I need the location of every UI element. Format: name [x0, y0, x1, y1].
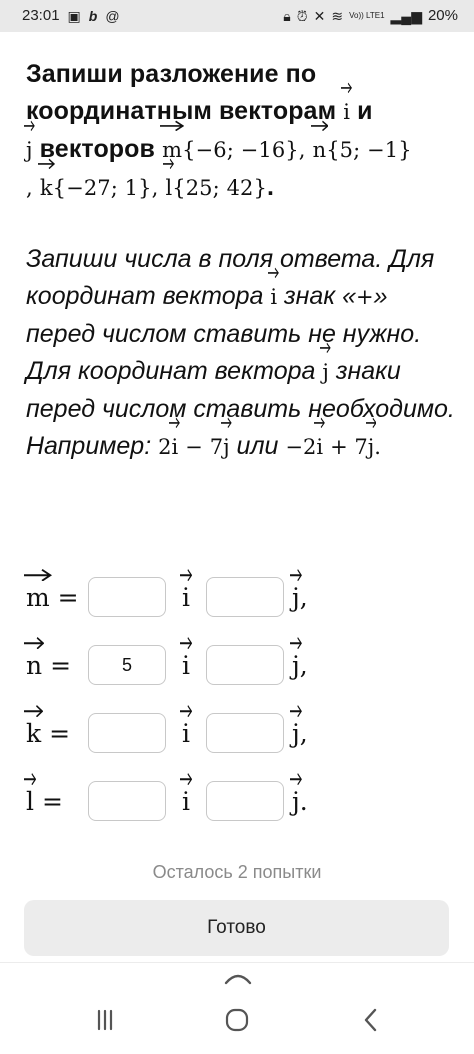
basis-j: j, [284, 568, 334, 612]
instructions: Запиши числа в поля ответа. Для координа… [26, 241, 456, 466]
title-dot: . [266, 173, 275, 201]
l-coords: {25; 42} [172, 176, 267, 200]
basis-i: i [166, 704, 206, 748]
l-i-coefficient-input[interactable] [88, 781, 166, 821]
example-2-b: + 7 [330, 435, 368, 459]
vector-j: j [221, 417, 232, 466]
battery-percent: 20% [427, 7, 458, 24]
mute-icon: ✕ [313, 7, 326, 24]
vector-l: l [24, 772, 36, 816]
l-j-coefficient-input[interactable] [206, 781, 284, 821]
k-coords: {−27; 1}, [52, 176, 159, 200]
vector-n: n [310, 120, 329, 169]
example-1-a: 2 [158, 435, 172, 459]
equation-lhs: n = [24, 636, 88, 680]
basis-i: i [166, 636, 206, 680]
equation-lhs: m = [24, 568, 88, 612]
plus-sign: + [355, 285, 374, 309]
signal-icon: ▂▄▆ [390, 7, 422, 24]
k-j-coefficient-input[interactable] [206, 713, 284, 753]
vector-i: i [341, 82, 353, 131]
volte-label: Vo)) LTE1 [349, 10, 385, 20]
done-button[interactable]: Готово [24, 900, 449, 956]
comma: , [26, 176, 33, 200]
recent-apps-icon[interactable] [90, 1005, 120, 1035]
photo-icon: ▣ [67, 7, 81, 24]
title-text: Запиши разложение по координатным вектор… [26, 60, 337, 125]
equation-row-m: m = i j, [24, 568, 334, 619]
task-title: Запиши разложение по координатным вектор… [24, 56, 456, 207]
vector-m: m [24, 568, 52, 612]
vector-k: k [37, 158, 55, 207]
vectors-word: векторов [39, 135, 156, 163]
vector-i: i [314, 417, 326, 466]
vector-k: k [24, 704, 44, 748]
basis-i: i [166, 568, 206, 612]
m-i-coefficient-input[interactable] [88, 577, 166, 617]
back-icon[interactable] [356, 1005, 386, 1035]
basis-i: i [166, 772, 206, 816]
alarm-icon: ⏰︎ [296, 7, 308, 24]
equation-lhs: l = [24, 772, 88, 816]
vector-j: j [320, 342, 331, 391]
m-j-coefficient-input[interactable] [206, 577, 284, 617]
equation-row-n: n = 5 i j, [24, 636, 334, 687]
vector-i: i [268, 267, 280, 316]
k-i-coefficient-input[interactable] [88, 713, 166, 753]
basis-j: j. [284, 772, 334, 816]
lock-icon: 🔒︎ [283, 7, 291, 24]
equation-row-k: k = i j, [24, 704, 334, 755]
status-bar: 23:01 ▣ b @ 🔒︎ ⏰︎ ✕ ≋ Vo)) LTE1 ▂▄▆ 20% [0, 0, 474, 32]
home-icon[interactable] [222, 1005, 252, 1035]
at-icon: @ [105, 7, 120, 24]
instr-text-2: знак « [284, 282, 356, 310]
example-2-a: −2 [285, 435, 317, 459]
basis-j: j, [284, 636, 334, 680]
minus-sign: − [185, 435, 203, 459]
m-coords: {−6; −16}, [182, 138, 306, 162]
vector-l: l [163, 158, 175, 207]
wifi-icon: ≋ [331, 7, 344, 24]
or-word: или [236, 432, 279, 460]
chevron-up-icon[interactable] [224, 971, 252, 985]
vector-j: j [365, 417, 377, 466]
b-app-icon: b [88, 7, 98, 24]
equation-lhs: k = [24, 704, 88, 748]
n-j-coefficient-input[interactable] [206, 645, 284, 685]
n-i-coefficient-input[interactable]: 5 [88, 645, 166, 685]
equation-row-l: l = i j. [24, 772, 334, 823]
example-end-dot: . [374, 435, 381, 459]
task-content: Запиши разложение по координатным вектор… [24, 56, 456, 491]
example-1-b: 7 [209, 435, 224, 459]
and-word: и [357, 97, 373, 125]
n-coords: {5; −1} [326, 138, 412, 162]
vector-n: n [24, 636, 45, 680]
attempts-remaining: Осталось 2 попытки [152, 862, 322, 882]
navigation-bar [0, 962, 474, 1054]
basis-j: j, [284, 704, 334, 748]
vector-i: i [169, 417, 181, 466]
clock: 23:01 [22, 7, 60, 24]
vector-j: j [24, 120, 35, 169]
